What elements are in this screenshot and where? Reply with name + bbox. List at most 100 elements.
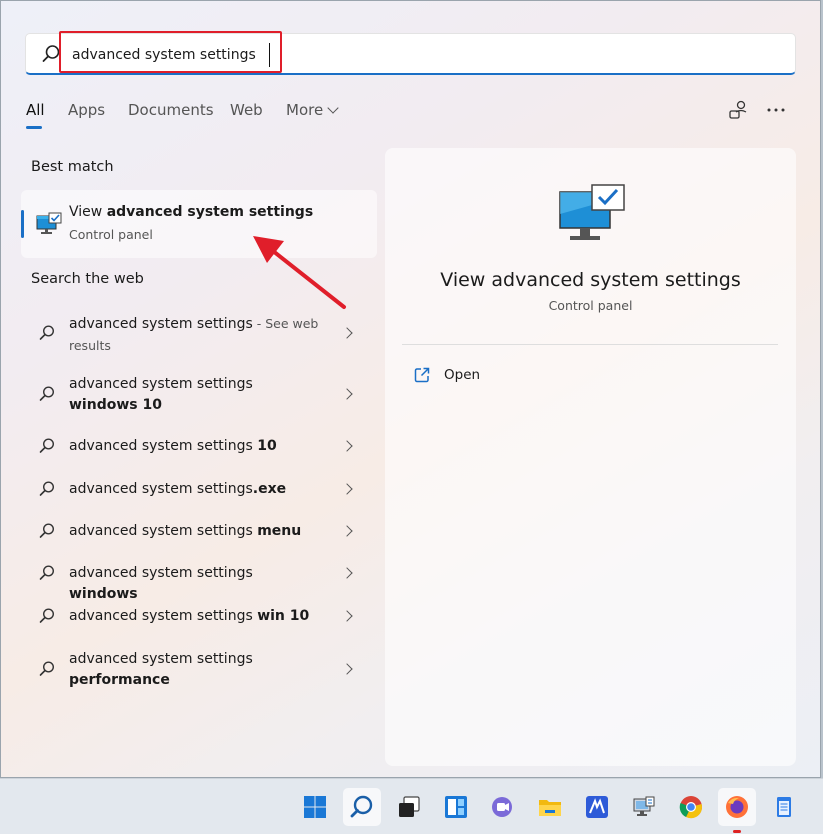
file-explorer-icon: [539, 800, 561, 816]
search-icon: [39, 386, 55, 401]
web-result-text: advanced system settings performance: [69, 649, 269, 691]
open-external-icon[interactable]: [413, 366, 431, 384]
taskbar-chat[interactable]: [484, 788, 522, 826]
search-icon: [39, 661, 55, 676]
taskbar-file-explorer[interactable]: [531, 788, 569, 826]
search-icon: [39, 523, 55, 538]
web-result-text: advanced system settings win 10: [69, 606, 319, 627]
preview-panel: View advanced system settings Control pa…: [385, 148, 796, 766]
tab-label: More: [286, 101, 324, 119]
web-result-text: advanced system settings - See web resul…: [69, 313, 319, 357]
teams-chat-icon: [492, 797, 512, 817]
taskbar-chrome[interactable]: [672, 788, 710, 826]
web-result-row[interactable]: advanced system settings menu: [21, 521, 373, 543]
taskbar: [0, 778, 823, 834]
search-web-heading: Search the web: [31, 271, 144, 287]
result-prefix: advanced system settings: [69, 376, 253, 392]
taskbar-start[interactable]: [296, 788, 334, 826]
taskbar-task-view[interactable]: [390, 788, 428, 826]
web-result-row[interactable]: advanced system settings windows 10: [21, 374, 373, 418]
result-bold: menu: [257, 523, 302, 539]
search-icon: [39, 608, 55, 623]
open-action[interactable]: Open: [444, 367, 480, 383]
task-view-icon: [399, 796, 420, 817]
best-match-title: View advanced system settings: [69, 204, 313, 220]
result-prefix: advanced system settings: [69, 438, 258, 454]
notepad-icon: [777, 797, 791, 817]
tab-label: Apps: [68, 101, 106, 119]
result-bold: windows 10: [69, 397, 162, 413]
tab-label: Documents: [128, 101, 214, 119]
account-switch-icon[interactable]: [727, 98, 751, 122]
chevron-down-icon: [327, 102, 339, 114]
best-match-title-bold: advanced system settings: [106, 204, 314, 220]
taskbar-firefox[interactable]: [718, 788, 756, 833]
taskbar-notepad[interactable]: [765, 788, 803, 826]
tab-label: All: [26, 101, 45, 119]
tab-all[interactable]: All: [26, 101, 45, 129]
web-result-row[interactable]: advanced system settings win 10: [21, 606, 373, 628]
best-match-heading: Best match: [31, 159, 114, 175]
result-bold: .exe: [252, 481, 287, 497]
search-icon: [350, 795, 373, 818]
tab-documents[interactable]: Documents: [128, 101, 214, 119]
web-result-row[interactable]: advanced system settings - See web resul…: [21, 313, 373, 357]
web-result-row[interactable]: advanced system settings performance: [21, 649, 373, 693]
result-prefix: advanced system settings: [69, 481, 253, 497]
best-match-title-prefix: View: [69, 204, 107, 220]
web-result-row[interactable]: advanced system settings.exe: [21, 479, 373, 501]
web-result-text: advanced system settings menu: [69, 521, 319, 542]
search-icon: [39, 565, 55, 580]
chrome-icon: [679, 796, 702, 819]
app-icon: [586, 796, 608, 818]
search-icon: [39, 438, 55, 453]
result-bold: performance: [69, 672, 170, 688]
more-options-icon[interactable]: [764, 98, 788, 122]
result-bold: 10: [257, 438, 277, 454]
windows-start-icon: [304, 796, 326, 818]
chevron-right-icon: [341, 610, 353, 622]
taskbar-control-panel[interactable]: [625, 788, 663, 826]
taskbar-app[interactable]: [578, 788, 616, 826]
active-tab-indicator: [26, 126, 42, 129]
widgets-icon: [445, 796, 467, 818]
chevron-right-icon: [341, 663, 353, 675]
chevron-right-icon: [341, 388, 353, 400]
chevron-right-icon: [341, 440, 353, 452]
web-result-text: advanced system settings windows 10: [69, 374, 309, 416]
preview-title: View advanced system settings: [440, 269, 741, 291]
tab-web[interactable]: Web: [230, 101, 263, 119]
chevron-right-icon: [341, 327, 353, 339]
taskbar-search[interactable]: [343, 788, 381, 826]
chevron-right-icon: [341, 567, 353, 579]
search-input[interactable]: [72, 45, 282, 65]
search-bar[interactable]: [25, 31, 796, 75]
best-match-item[interactable]: View advanced system settings Control pa…: [21, 190, 377, 258]
search-icon: [39, 325, 55, 340]
chevron-right-icon: [341, 483, 353, 495]
tab-apps[interactable]: Apps: [68, 101, 105, 119]
taskbar-widgets[interactable]: [437, 788, 475, 826]
result-prefix: advanced system settings: [69, 316, 253, 332]
preview-subtitle: Control panel: [548, 298, 633, 313]
tab-more[interactable]: More: [286, 101, 339, 119]
result-bold: win 10: [257, 608, 310, 624]
divider: [402, 344, 778, 345]
result-prefix: advanced system settings: [69, 565, 253, 581]
result-bold: windows: [69, 586, 138, 602]
web-result-text: advanced system settings.exe: [69, 479, 319, 500]
result-prefix: advanced system settings: [69, 608, 258, 624]
result-prefix: advanced system settings: [69, 651, 253, 667]
result-prefix: advanced system settings: [69, 523, 258, 539]
web-result-text: advanced system settings windows: [69, 563, 319, 605]
monitor-check-icon: [36, 212, 62, 234]
tab-label: Web: [230, 101, 263, 119]
selection-indicator: [21, 210, 24, 238]
text-caret: [269, 43, 270, 67]
web-result-row[interactable]: advanced system settings 10: [21, 436, 373, 458]
search-icon: [39, 481, 55, 496]
best-match-subtitle: Control panel: [69, 227, 153, 242]
web-result-text: advanced system settings 10: [69, 436, 319, 457]
web-result-row[interactable]: advanced system settings windows: [21, 563, 373, 602]
search-window: All Apps Documents Web More Best match: [0, 0, 821, 778]
